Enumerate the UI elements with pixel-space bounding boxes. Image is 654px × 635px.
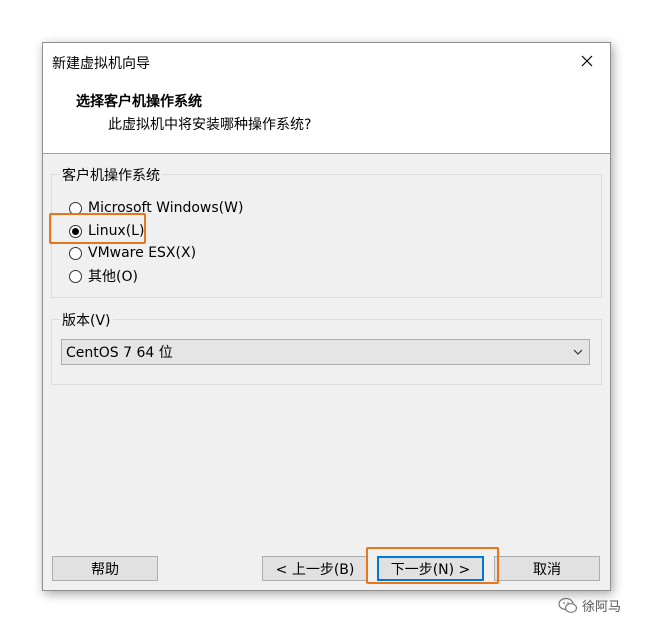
back-button[interactable]: < 上一步(B) <box>262 556 368 581</box>
version-select-value: CentOS 7 64 位 <box>66 345 173 361</box>
cancel-button[interactable]: 取消 <box>494 556 600 581</box>
next-button[interactable]: 下一步(N) > <box>377 556 484 581</box>
chevron-down-icon <box>573 349 583 355</box>
guest-os-group: 客户机操作系统 Microsoft Windows(W) Linux(L) VM… <box>51 165 602 298</box>
close-icon <box>581 55 593 67</box>
radio-button[interactable] <box>69 246 82 260</box>
header-title: 选择客户机操作系统 <box>76 94 202 110</box>
radio-vmware-esx[interactable]: VMware ESX(X) <box>69 243 196 263</box>
radio-button[interactable] <box>69 224 82 238</box>
window-title: 新建虚拟机向导 <box>52 56 150 72</box>
wizard-header: 选择客户机操作系统 此虚拟机中将安装哪种操作系统? <box>43 79 610 154</box>
radio-button[interactable] <box>69 269 82 283</box>
version-select[interactable]: CentOS 7 64 位 <box>61 339 590 365</box>
radio-button[interactable] <box>69 201 82 215</box>
close-button[interactable] <box>564 43 610 79</box>
header-subtitle: 此虚拟机中将安装哪种操作系统? <box>108 117 312 133</box>
radio-other[interactable]: 其他(O) <box>69 266 138 286</box>
radio-windows[interactable]: Microsoft Windows(W) <box>69 198 243 218</box>
help-button[interactable]: 帮助 <box>52 556 158 581</box>
watermark-text: 徐阿马 <box>582 600 622 615</box>
version-group-label: 版本(V) <box>60 310 113 330</box>
radio-label: Linux(L) <box>88 223 145 239</box>
guest-os-group-label: 客户机操作系统 <box>60 165 162 185</box>
radio-label: Microsoft Windows(W) <box>88 200 244 216</box>
radio-linux[interactable]: Linux(L) <box>69 221 144 241</box>
radio-label: VMware ESX(X) <box>88 245 197 261</box>
new-vm-wizard-dialog: 新建虚拟机向导 选择客户机操作系统 此虚拟机中将安装哪种操作系统? 客户机操作系… <box>42 42 611 591</box>
watermark: 徐阿马 <box>558 596 621 615</box>
title-bar: 新建虚拟机向导 <box>43 43 610 79</box>
radio-label: 其他(O) <box>88 269 138 285</box>
wechat-icon <box>558 597 578 613</box>
